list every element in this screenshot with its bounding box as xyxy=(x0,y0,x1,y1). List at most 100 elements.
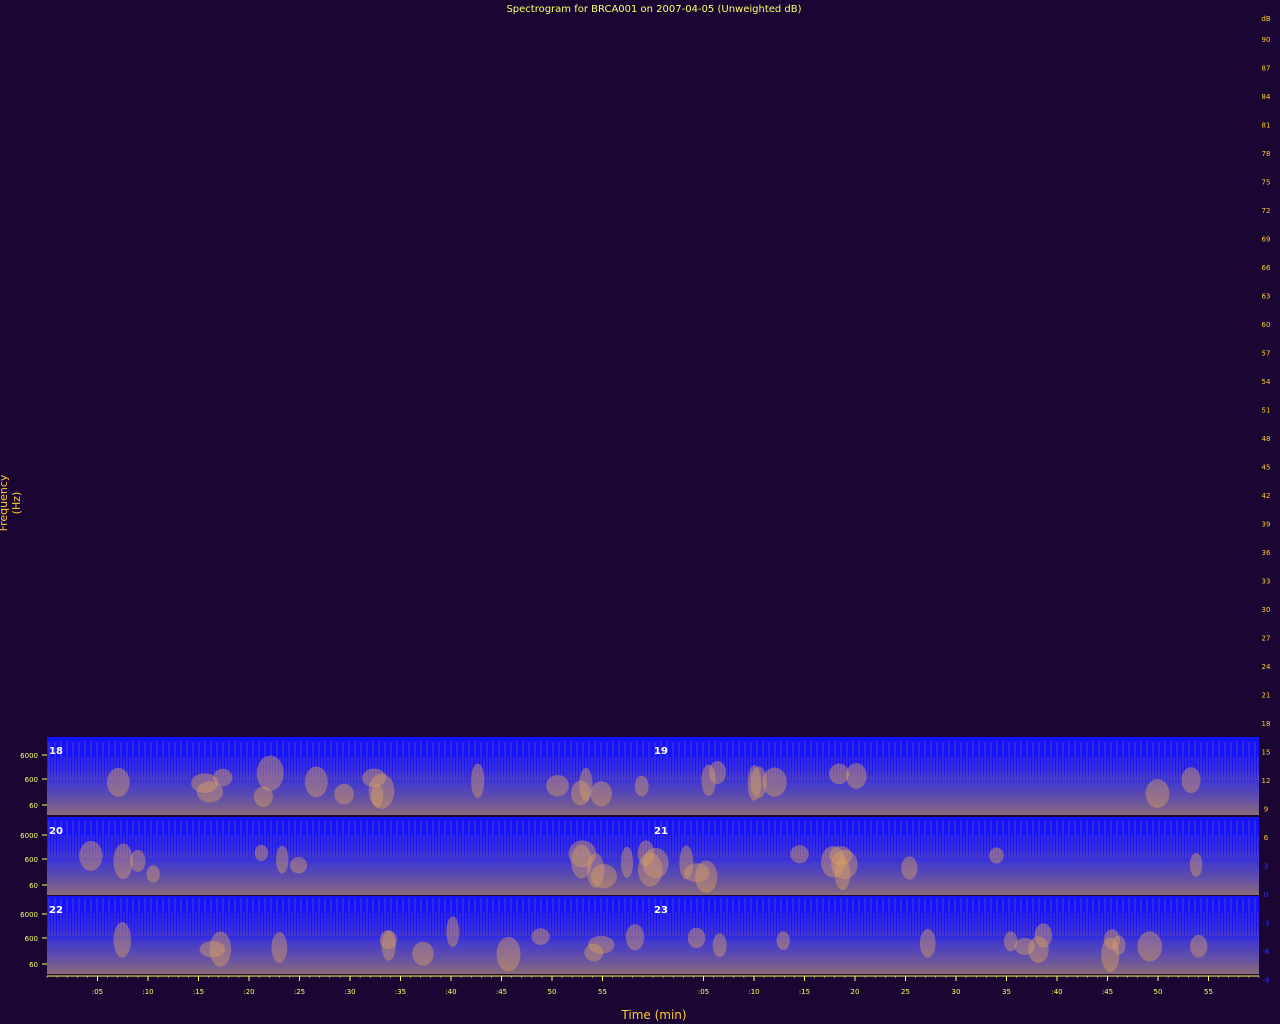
spectrogram-blob xyxy=(642,847,669,879)
hour-label: 19 xyxy=(654,746,668,757)
spectrogram-blob xyxy=(590,781,612,807)
colorbar-tick-label: 18 xyxy=(1262,720,1271,728)
spectrogram-blob xyxy=(496,936,521,972)
colorbar-tick-label: 60 xyxy=(1262,321,1271,329)
colorbar-tick-label: 6 xyxy=(1264,834,1269,842)
spectrogram-blob xyxy=(1145,779,1170,808)
spectrogram-blob xyxy=(256,755,284,791)
time-tick-label: :40 xyxy=(445,988,456,996)
colorbar-unit: dB xyxy=(1261,15,1270,23)
colorbar-tick-label: 36 xyxy=(1262,549,1271,557)
spectrogram-blob xyxy=(1137,931,1163,962)
spectrogram-blob xyxy=(276,845,289,874)
time-tick-label: :10 xyxy=(142,988,153,996)
frequency-tick-label: 600 xyxy=(25,776,38,784)
spectrogram-blob xyxy=(1190,934,1208,958)
spectrogram-blob xyxy=(253,786,273,807)
spectrogram-blob xyxy=(829,846,853,866)
time-tick-label: :35 xyxy=(395,988,406,996)
time-tick-label: :25 xyxy=(294,988,305,996)
spectrogram-blob xyxy=(209,931,232,967)
spectrogram-blob xyxy=(546,774,569,797)
spectrogram-blob xyxy=(106,767,130,797)
spectrogram-blob xyxy=(113,843,133,880)
colorbar-tick-label: 39 xyxy=(1262,521,1271,529)
spectrogram-blob xyxy=(776,931,790,951)
colorbar-tick-label: 66 xyxy=(1262,264,1271,272)
spectrogram-blob xyxy=(625,924,645,951)
colorbar-tick-label: 90 xyxy=(1262,36,1271,44)
spectrogram-texture xyxy=(47,896,1259,974)
spectrogram-blob xyxy=(334,783,354,805)
spectrogram-blob xyxy=(568,840,597,868)
spectrogram-blob xyxy=(989,847,1004,864)
frequency-tick-label: 6000 xyxy=(20,832,38,840)
spectrogram-blob xyxy=(845,763,867,789)
colorbar-tick-label: 63 xyxy=(1262,293,1271,301)
spectrogram-blob xyxy=(304,766,328,798)
spectrogram-blob xyxy=(695,860,718,894)
hour-label: 20 xyxy=(49,826,63,837)
spectrogram-blob xyxy=(712,933,727,958)
spectrogram-blob xyxy=(584,943,604,962)
spectrogram-blob xyxy=(146,865,160,883)
colorbar-tick-label: 48 xyxy=(1262,435,1271,443)
time-tick-label: :05 xyxy=(698,988,709,996)
spectrogram-blob xyxy=(1014,937,1036,955)
colorbar-tick-label: 9 xyxy=(1264,806,1268,814)
time-tick-label: 50 xyxy=(1154,988,1163,996)
colorbar-tick-label: 27 xyxy=(1262,635,1271,643)
spectrogram-blob xyxy=(371,784,384,808)
spectrogram-blob xyxy=(790,845,809,864)
frequency-tick-label: 600 xyxy=(25,856,38,864)
colorbar-tick-label: 87 xyxy=(1262,65,1271,73)
colorbar-tick-label: 54 xyxy=(1262,378,1271,386)
spectrogram-blob xyxy=(590,864,617,889)
spectrogram-blob xyxy=(1189,852,1203,877)
colorbar-tick-label: 51 xyxy=(1262,407,1271,415)
spectrogram-blob xyxy=(747,765,762,801)
time-tick-label: :45 xyxy=(496,988,507,996)
spectrogram-blob xyxy=(531,928,550,945)
time-tick-label: 35 xyxy=(1002,988,1011,996)
colorbar-tick-label: 3 xyxy=(1264,863,1268,871)
colorbar-tick-label: -3 xyxy=(1263,920,1270,928)
time-tick-label: :45 xyxy=(1102,988,1113,996)
spectrogram-blob xyxy=(1103,929,1120,951)
colorbar-tick-label: 21 xyxy=(1262,692,1271,700)
colorbar-tick-label: 42 xyxy=(1262,492,1271,500)
colorbar-tick-label: 45 xyxy=(1262,464,1271,472)
colorbar-tick-label: 78 xyxy=(1262,150,1271,158)
frequency-tick-label: 600 xyxy=(25,935,38,943)
hour-label: 18 xyxy=(49,746,63,757)
spectrogram-blob xyxy=(679,845,694,880)
frequency-tick-label: 6000 xyxy=(20,752,38,760)
spectrogram-blob xyxy=(571,780,591,806)
spectrogram-blob xyxy=(901,856,918,880)
hour-label: 23 xyxy=(654,905,668,916)
time-tick-label: :15 xyxy=(799,988,810,996)
spectrogram-blob xyxy=(708,761,727,785)
frequency-tick-label: 60 xyxy=(29,961,38,969)
spectrogram-blob xyxy=(919,929,936,958)
colorbar-tick-label: 75 xyxy=(1262,179,1271,187)
time-tick-label: 30 xyxy=(952,988,961,996)
time-tick-label: :15 xyxy=(193,988,204,996)
colorbar-tick-label: 0 xyxy=(1264,891,1268,899)
spectrogram-blob xyxy=(446,916,460,948)
spectrogram-blob xyxy=(762,767,787,797)
spectrogram-blob xyxy=(1181,767,1201,794)
spectrogram-blob xyxy=(620,846,634,878)
time-tick-label: 50 xyxy=(548,988,557,996)
colorbar-tick-label: 69 xyxy=(1262,236,1271,244)
spectrogram-blob xyxy=(687,927,706,949)
colorbar-tick-label: -6 xyxy=(1263,948,1271,956)
hour-label: 21 xyxy=(654,826,668,837)
frequency-tick-label: 60 xyxy=(29,802,38,810)
spectrogram-blob xyxy=(634,775,649,797)
spectrogram-blob xyxy=(271,932,288,963)
spectrogram-blob xyxy=(196,781,224,803)
colorbar-tick-label: 72 xyxy=(1262,207,1271,215)
colorbar-tick-label: 24 xyxy=(1262,663,1271,671)
time-tick-label: :30 xyxy=(344,988,355,996)
